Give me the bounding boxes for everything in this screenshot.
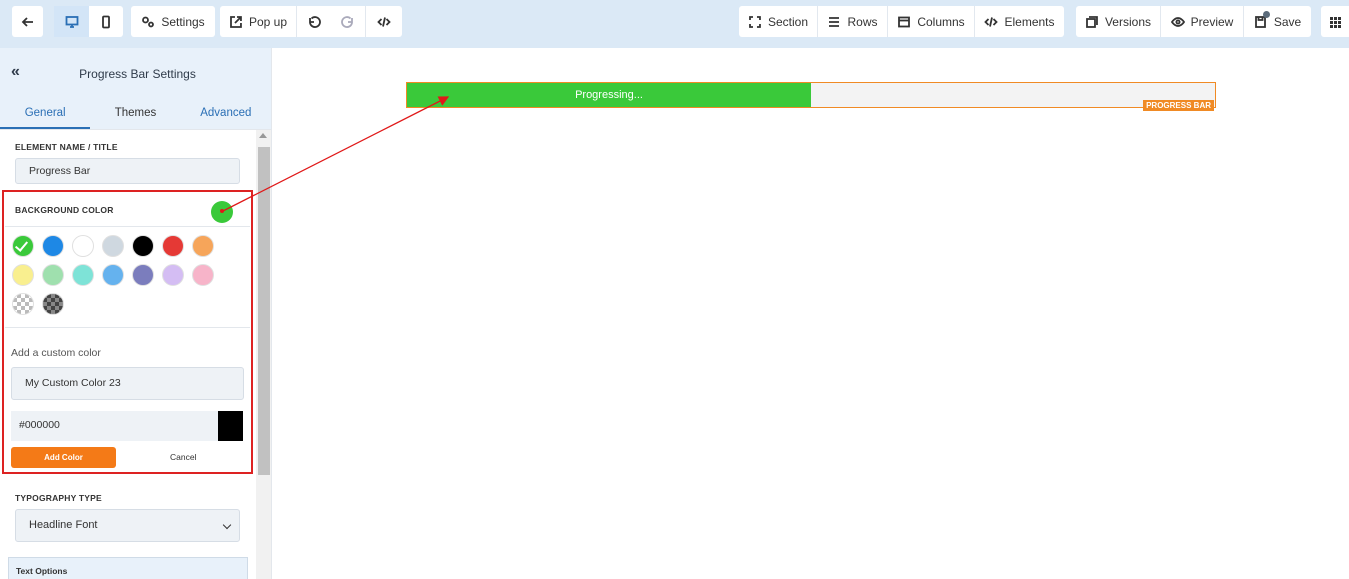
save-label: Save <box>1273 14 1302 29</box>
gears-icon <box>142 16 155 27</box>
section-label: Section <box>767 14 808 29</box>
typography-value: Headline Font <box>29 519 98 531</box>
save-button[interactable]: Save <box>1244 6 1311 37</box>
mobile-icon <box>102 15 110 28</box>
versions-label: Versions <box>1104 14 1151 29</box>
collapse-panel-icon[interactable]: « <box>11 64 27 80</box>
color-swatch[interactable] <box>42 264 64 286</box>
actions-group: Versions Preview Save <box>1076 6 1311 37</box>
tab-advanced[interactable]: Advanced <box>181 100 271 129</box>
external-edit-icon <box>230 15 242 28</box>
settings-group: Settings <box>131 6 215 37</box>
color-swatch[interactable] <box>192 235 214 257</box>
mobile-view-button[interactable] <box>89 6 123 37</box>
elements-label: Elements <box>1004 14 1055 29</box>
apps-group <box>1321 6 1349 37</box>
preview-label: Preview <box>1190 14 1234 29</box>
back-button[interactable] <box>12 6 43 37</box>
redo-icon <box>341 15 353 28</box>
custom-color-name-input[interactable]: My Custom Color 23 <box>11 367 244 400</box>
color-swatch[interactable] <box>42 235 64 257</box>
transparent-swatch[interactable] <box>12 293 34 315</box>
rows-button[interactable]: Rows <box>818 6 887 37</box>
popup-group: Pop up <box>220 6 402 37</box>
chevron-down-icon <box>222 520 232 530</box>
arrow-left-icon <box>21 16 33 27</box>
panel-tabs: General Themes Advanced <box>0 100 271 130</box>
unsaved-dot <box>1263 11 1270 18</box>
panel-title: Progress Bar Settings <box>79 67 196 81</box>
typography-select[interactable]: Headline Font <box>15 509 240 542</box>
checkmark-icon <box>14 238 29 252</box>
top-toolbar: Settings Pop up Section Rows Columns Ele… <box>0 0 1349 48</box>
panel-scrollbar[interactable] <box>256 130 271 579</box>
color-swatch[interactable] <box>192 264 214 286</box>
rows-label: Rows <box>847 14 878 29</box>
code-button[interactable] <box>366 6 402 37</box>
versions-icon <box>1086 15 1098 28</box>
custom-color-label: Add a custom color <box>11 347 101 359</box>
preview-button[interactable]: Preview <box>1161 6 1243 37</box>
element-name-label: ELEMENT NAME / TITLE <box>15 142 118 152</box>
scroll-up-arrow-icon[interactable] <box>259 133 267 138</box>
rows-icon <box>829 16 840 27</box>
panel-header: « Progress Bar Settings <box>0 48 271 100</box>
divider <box>5 226 250 227</box>
dark-transparent-swatch[interactable] <box>42 293 64 315</box>
color-swatch[interactable] <box>162 235 184 257</box>
add-color-button[interactable]: Add Color <box>11 447 116 468</box>
code-icon <box>984 16 999 27</box>
undo-icon <box>309 15 321 28</box>
hex-input-row[interactable]: #000000 <box>11 411 243 441</box>
color-swatch[interactable] <box>72 235 94 257</box>
selected-color-preview[interactable] <box>211 201 233 223</box>
back-group <box>12 6 43 37</box>
progress-bar-tag[interactable]: PROGRESS BAR <box>1143 100 1214 111</box>
color-swatch[interactable] <box>102 235 124 257</box>
color-swatch[interactable] <box>132 264 154 286</box>
progress-fill: Progressing... <box>407 83 811 107</box>
editor-canvas <box>273 48 1349 579</box>
settings-panel: « Progress Bar Settings General Themes A… <box>0 48 272 579</box>
color-swatch[interactable] <box>102 264 124 286</box>
text-options-section[interactable]: Text Options <box>8 557 248 579</box>
background-color-label: BACKGROUND COLOR <box>15 205 114 215</box>
popup-label: Pop up <box>248 14 287 29</box>
divider <box>5 327 250 328</box>
element-name-input[interactable]: Progress Bar <box>15 158 240 184</box>
color-swatch[interactable] <box>72 264 94 286</box>
desktop-icon <box>65 15 78 28</box>
grid-icon <box>1330 16 1341 28</box>
eye-icon <box>1170 16 1185 27</box>
hex-value: #000000 <box>19 419 60 431</box>
color-swatch[interactable] <box>12 264 34 286</box>
scroll-thumb[interactable] <box>258 147 270 475</box>
apps-menu-button[interactable] <box>1321 6 1349 37</box>
desktop-view-button[interactable] <box>54 6 89 37</box>
columns-button[interactable]: Columns <box>888 6 974 37</box>
settings-label: Settings <box>161 14 205 29</box>
device-group <box>54 6 123 37</box>
settings-button[interactable]: Settings <box>131 6 215 37</box>
tab-themes[interactable]: Themes <box>90 100 180 129</box>
undo-button[interactable] <box>297 6 331 37</box>
expand-icon <box>749 15 761 28</box>
hex-color-preview[interactable] <box>218 411 243 441</box>
cancel-button[interactable]: Cancel <box>170 452 196 462</box>
section-button[interactable]: Section <box>739 6 817 37</box>
code-icon <box>377 16 391 27</box>
columns-icon <box>898 16 911 27</box>
color-swatch[interactable] <box>12 235 34 257</box>
elements-button[interactable]: Elements <box>975 6 1064 37</box>
columns-label: Columns <box>917 14 965 29</box>
progress-bar-element[interactable]: Progressing... PROGRESS BAR <box>406 82 1216 111</box>
tab-general[interactable]: General <box>0 100 91 129</box>
redo-button[interactable] <box>331 6 365 37</box>
color-swatch[interactable] <box>132 235 154 257</box>
color-swatch[interactable] <box>162 264 184 286</box>
typography-type-label: TYPOGRAPHY TYPE <box>15 493 102 503</box>
structure-group: Section Rows Columns Elements <box>739 6 1064 37</box>
versions-button[interactable]: Versions <box>1076 6 1160 37</box>
popup-button[interactable]: Pop up <box>220 6 296 37</box>
